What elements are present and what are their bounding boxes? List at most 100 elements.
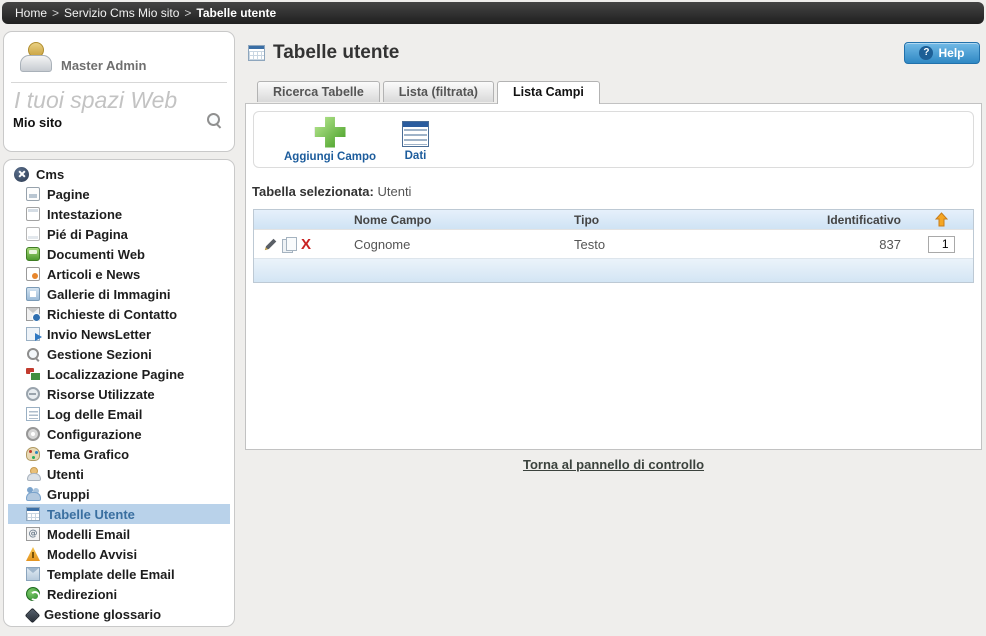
sidebar-item-invio-newsletter[interactable]: Invio NewsLetter (8, 324, 230, 344)
tab-content-panel: Aggiungi Campo Dati Tabella selezionata:… (245, 103, 982, 450)
toolbar: Aggiungi Campo Dati (253, 111, 974, 168)
tab-lista-filtrata[interactable]: Lista (filtrata) (383, 81, 494, 102)
sidebar-menu: Cms Pagine Intestazione Pié di Pagina Do… (3, 159, 235, 627)
edit-icon[interactable] (263, 237, 278, 252)
sort-order-up-icon[interactable] (935, 212, 948, 228)
news-icon (26, 267, 40, 281)
dati-button[interactable]: Dati (402, 118, 429, 162)
tab-label: Lista Campi (513, 85, 584, 99)
sidebar-item-label: Pagine (47, 187, 90, 202)
sidebar-item-pagine[interactable]: Pagine (8, 184, 230, 204)
table-body: Cognome Testo 837 (254, 229, 973, 258)
group-icon (26, 487, 40, 501)
sidebar-item-intestazione[interactable]: Intestazione (8, 204, 230, 224)
copy-icon[interactable] (282, 237, 297, 252)
aggiungi-campo-button[interactable]: Aggiungi Campo (284, 117, 376, 163)
sidebar-item-label: Gestione glossario (44, 607, 161, 622)
breadcrumb-home[interactable]: Home (15, 6, 47, 20)
divider (11, 82, 227, 83)
sidebar-item-pie-di-pagina[interactable]: Pié di Pagina (8, 224, 230, 244)
sidebar-item-gallerie-di-immagini[interactable]: Gallerie di Immagini (8, 284, 230, 304)
log-icon (26, 407, 40, 421)
sidebar-item-label: Tabelle Utente (47, 507, 135, 522)
sidebar-item-richieste-di-contatto[interactable]: Richieste di Contatto (8, 304, 230, 324)
sidebar-item-label: Cms (36, 167, 64, 182)
sidebar-item-label: Gestione Sezioni (47, 347, 152, 362)
order-input[interactable] (928, 236, 955, 253)
sidebar-item-utenti[interactable]: Utenti (8, 464, 230, 484)
emailmodel-icon (26, 527, 40, 541)
sidebar-item-label: Utenti (47, 467, 84, 482)
user-panel: Master Admin I tuoi spazi Web Mio sito (3, 31, 235, 152)
glossary-icon (25, 607, 41, 623)
sidebar-item-log-delle-email[interactable]: Log delle Email (8, 404, 230, 424)
table-footer-row (254, 258, 973, 282)
contact-icon (26, 307, 40, 321)
sidebar-item-label: Modelli Email (47, 527, 130, 542)
sidebar-item-redirezioni[interactable]: Redirezioni (8, 584, 230, 604)
cms-icon (14, 167, 29, 182)
breadcrumb-separator: > (52, 6, 59, 20)
selected-table-line: Tabella selezionata: Utenti (246, 175, 981, 199)
breadcrumb-service[interactable]: Servizio Cms Mio sito (64, 6, 179, 20)
sidebar-item-gestione-glossario[interactable]: Gestione glossario (8, 604, 230, 624)
sidebar-item-label: Gallerie di Immagini (47, 287, 171, 302)
sidebar-item-configurazione[interactable]: Configurazione (8, 424, 230, 444)
sidebar-item-label: Template delle Email (47, 567, 175, 582)
tab-lista-campi[interactable]: Lista Campi (497, 81, 600, 104)
sidebar-item-gruppi[interactable]: Gruppi (8, 484, 230, 504)
page-title: Tabelle utente (273, 42, 399, 64)
help-label: Help (938, 46, 964, 60)
sidebar-item-tema-grafico[interactable]: Tema Grafico (8, 444, 230, 464)
sections-icon (26, 347, 40, 361)
sidebar-item-label: Modello Avvisi (47, 547, 137, 562)
sidebar-item-articoli-e-news[interactable]: Articoli e News (8, 264, 230, 284)
dati-icon (402, 121, 429, 147)
question-icon (919, 46, 933, 60)
delete-icon[interactable] (301, 237, 311, 252)
user-icon (26, 467, 40, 481)
toolbar-button-label: Aggiungi Campo (284, 151, 376, 163)
page-title-row: Tabelle utente (248, 42, 399, 64)
site-name: Mio sito (13, 115, 62, 130)
selected-table-value: Utenti (377, 184, 411, 199)
resources-icon (26, 387, 40, 401)
cell-nome-campo: Cognome (354, 237, 574, 252)
table-row: Cognome Testo 837 (254, 229, 973, 258)
sidebar-item-label: Documenti Web (47, 247, 145, 262)
sidebar-item-tabelle-utente[interactable]: Tabelle Utente (8, 504, 230, 524)
cell-tipo: Testo (574, 237, 804, 252)
app-window: Home > Servizio Cms Mio sito > Tabelle utent… (0, 0, 986, 636)
sidebar-item-label: Risorse Utilizzate (47, 387, 155, 402)
breadcrumb-separator: > (184, 6, 191, 20)
tab-bar: Ricerca TabelleLista (filtrata) Lista Cam… (257, 81, 600, 104)
sidebar-item-risorse-utilizzate[interactable]: Risorse Utilizzate (8, 384, 230, 404)
selected-table-label: Tabella selezionata: (252, 184, 374, 199)
sidebar-item-label: Pié di Pagina (47, 227, 128, 242)
sidebar-item-label: Invio NewsLetter (47, 327, 151, 342)
footer-icon (26, 227, 40, 241)
breadcrumb: Home > Servizio Cms Mio sito > Tabelle utent… (2, 2, 984, 24)
sidebar-item-localizzazione-pagine[interactable]: Localizzazione Pagine (8, 364, 230, 384)
sidebar-item-modelli-email[interactable]: Modelli Email (8, 524, 230, 544)
header-icon (26, 207, 40, 221)
sidebar-item-template-delle-email[interactable]: Template delle Email (8, 564, 230, 584)
sidebar-item-cms[interactable]: Cms (8, 164, 230, 184)
sidebar-item-gestione-sezioni[interactable]: Gestione Sezioni (8, 344, 230, 364)
breadcrumb-current: Tabelle utente (196, 6, 276, 20)
cell-identificativo: 837 (804, 237, 909, 252)
sidebar-item-label: Gruppi (47, 487, 90, 502)
table-header-row: Nome Campo Tipo Identificativo (254, 210, 973, 229)
search-icon[interactable] (206, 112, 222, 128)
help-button[interactable]: Help (904, 42, 980, 64)
sidebar-item-modello-avvisi[interactable]: Modello Avvisi (8, 544, 230, 564)
sidebar-item-label: Configurazione (47, 427, 142, 442)
sidebar-item-label: Richieste di Contatto (47, 307, 177, 322)
sidebar-item-label: Log delle Email (47, 407, 142, 422)
theme-icon (26, 447, 40, 461)
back-to-control-panel-link[interactable]: Torna al pannello di controllo (523, 457, 704, 472)
docweb-icon (26, 247, 40, 261)
sidebar-item-documenti-web[interactable]: Documenti Web (8, 244, 230, 264)
user-avatar-icon (19, 42, 51, 72)
tab-ricerca-tabelle[interactable]: Ricerca Tabelle (257, 81, 380, 102)
